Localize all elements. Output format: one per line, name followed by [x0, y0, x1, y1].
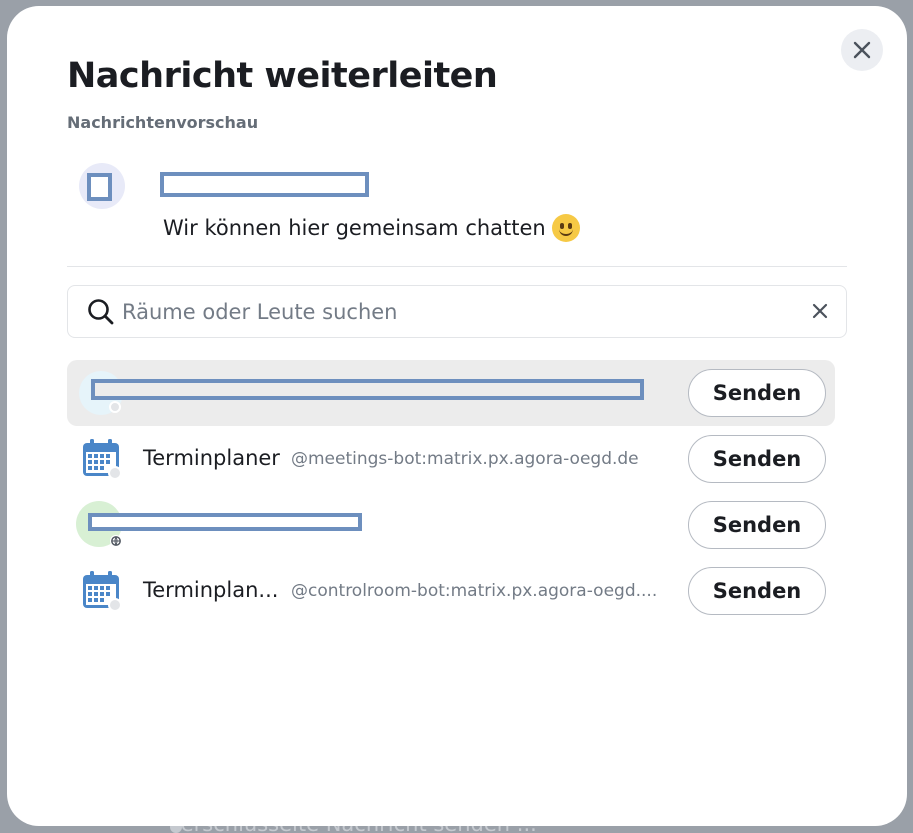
- send-button[interactable]: Senden: [688, 567, 826, 615]
- clear-icon[interactable]: [812, 303, 828, 319]
- preview-label: Nachrichtenvorschau: [67, 113, 259, 132]
- public-room-icon: [110, 535, 122, 547]
- slightly-smiling-face-icon: [551, 214, 580, 242]
- send-button[interactable]: Senden: [688, 501, 826, 549]
- room-row[interactable]: Terminplaner @meetings-bot:matrix.px.ago…: [67, 426, 835, 492]
- room-row[interactable]: Senden: [67, 492, 835, 558]
- room-id: @controlroom-bot:matrix.px.agora-oegd...…: [291, 581, 658, 601]
- calendar-icon: [83, 439, 122, 480]
- sender-avatar-redaction: [87, 173, 112, 201]
- forward-message-dialog: Nachricht weiterleiten Nachrichtenvorsch…: [7, 6, 907, 826]
- preview-message: Wir können hier gemeinsam chatten: [163, 214, 580, 242]
- room-row[interactable]: Terminplan... @controlroom-bot:matrix.px…: [67, 558, 835, 624]
- close-button[interactable]: [841, 29, 883, 71]
- send-button[interactable]: Senden: [688, 435, 826, 483]
- close-icon: [853, 41, 871, 59]
- preview-message-text: Wir können hier gemeinsam chatten: [163, 216, 546, 240]
- room-row[interactable]: Senden: [67, 360, 835, 426]
- room-name: Terminplan...: [143, 578, 279, 602]
- search-field[interactable]: [67, 285, 847, 338]
- room-name-redaction: [88, 513, 362, 531]
- sender-name-redaction: [160, 172, 369, 197]
- room-name: Terminplaner: [143, 446, 280, 470]
- search-input[interactable]: [122, 297, 782, 327]
- room-id: @meetings-bot:matrix.px.agora-oegd.de: [291, 449, 639, 469]
- divider: [67, 266, 847, 267]
- dialog-title: Nachricht weiterleiten: [67, 56, 498, 96]
- search-icon: [88, 299, 114, 325]
- calendar-icon: [83, 571, 122, 612]
- send-button[interactable]: Senden: [688, 369, 826, 417]
- room-name-redaction: [91, 379, 644, 400]
